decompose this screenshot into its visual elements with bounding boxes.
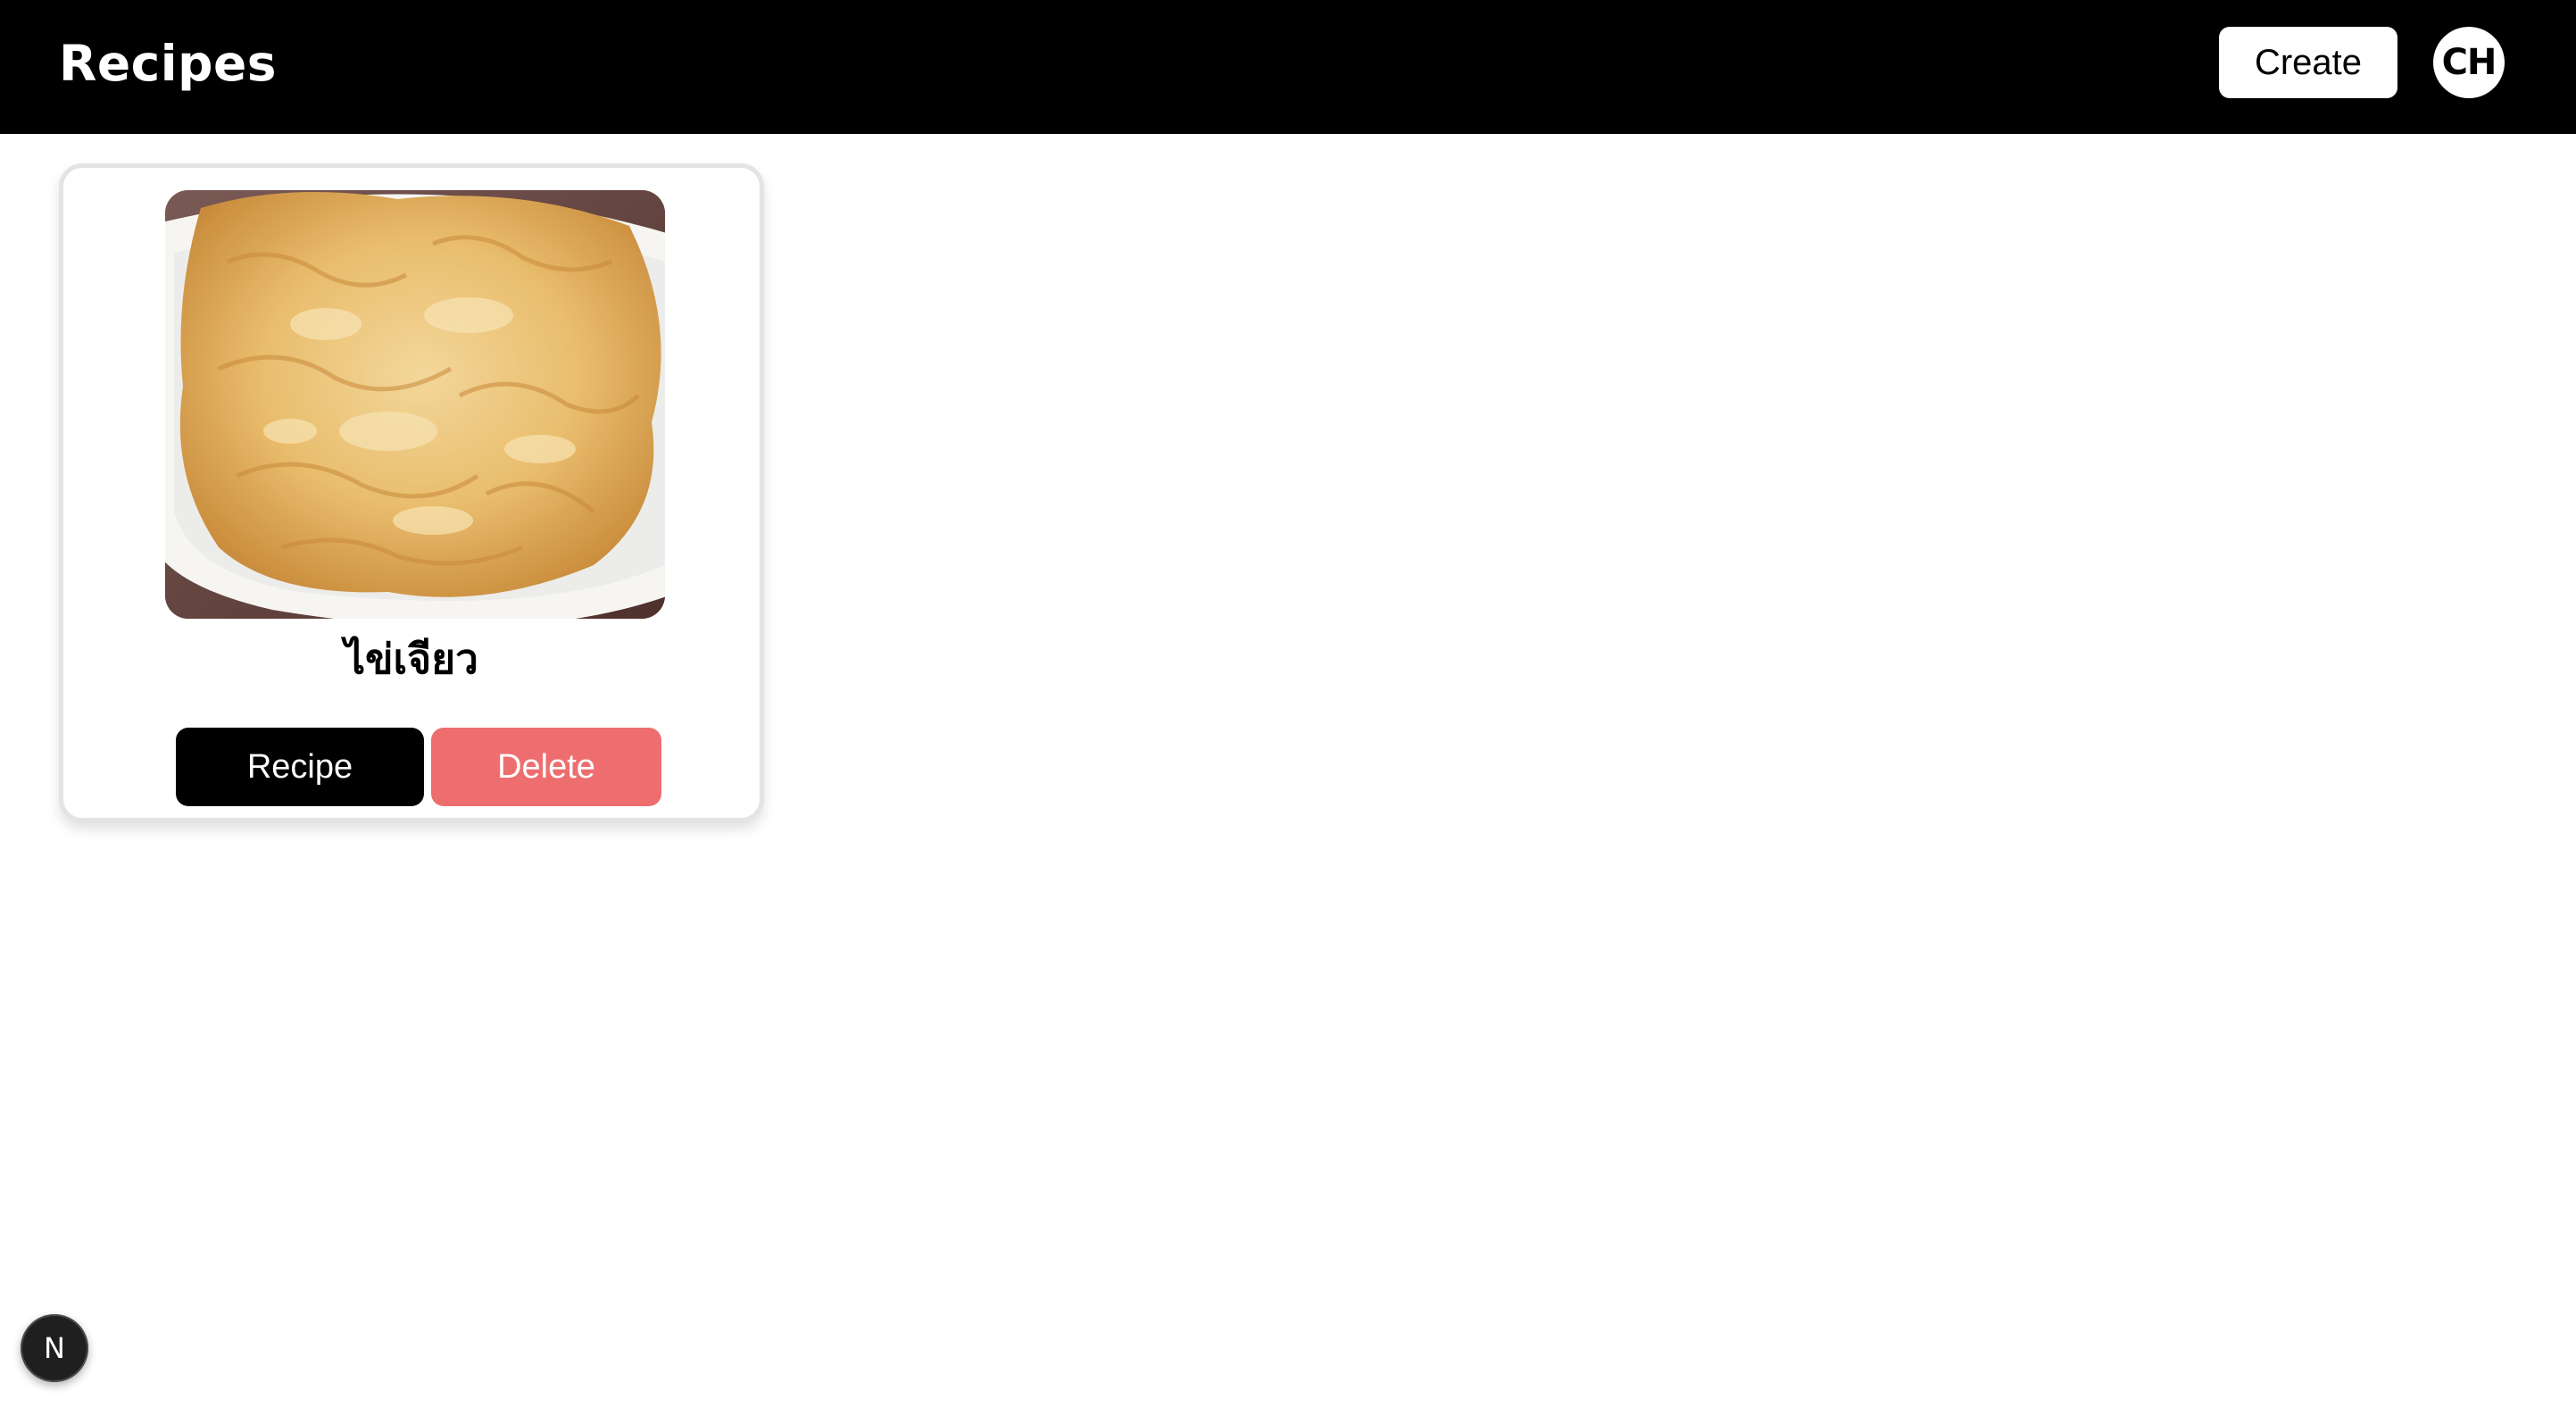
create-button[interactable]: Create [2219,27,2397,98]
recipe-button[interactable]: Recipe [176,728,424,806]
recipe-image [165,190,665,619]
recipe-card: ไข่เจียว Recipe Delete [59,163,764,822]
recipe-name: ไข่เจียว [344,635,479,683]
omelette-image-icon [165,190,665,619]
nextjs-dev-indicator-icon[interactable]: N [21,1314,88,1382]
user-avatar[interactable]: CH [2433,27,2505,98]
delete-button[interactable]: Delete [431,728,661,806]
app-title[interactable]: Recipes [59,0,277,127]
top-navbar: Recipes Create CH [0,0,2576,134]
